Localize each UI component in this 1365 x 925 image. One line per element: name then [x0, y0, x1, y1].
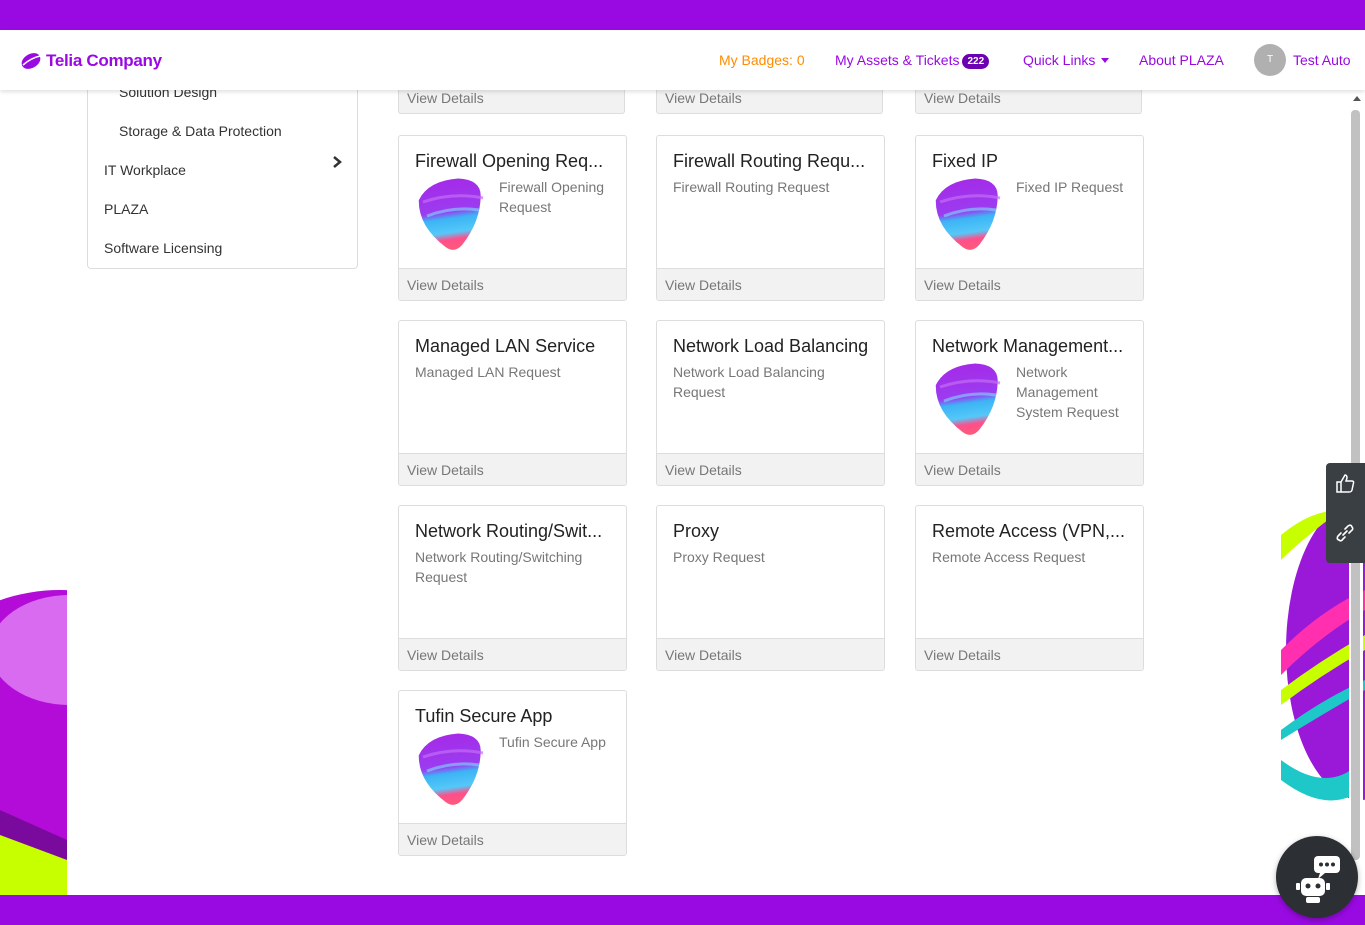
- service-card[interactable]: Proxy Proxy Request View Details: [656, 505, 885, 671]
- telia-pebble-icon: [414, 176, 487, 252]
- top-purple-bar: [0, 0, 1365, 30]
- telia-pebble-icon: [414, 731, 487, 807]
- category-sidebar: Solution Design Storage & Data Protectio…: [87, 90, 358, 269]
- sidebar-item-it-workplace[interactable]: IT Workplace: [104, 162, 186, 178]
- card-description: Firewall Opening Request: [499, 179, 605, 215]
- my-assets-tickets-label: My Assets & Tickets: [835, 52, 960, 68]
- service-card[interactable]: Fixed IP Fixed IP Request View Details: [915, 135, 1144, 301]
- avatar[interactable]: T: [1254, 44, 1286, 76]
- chatbot-button[interactable]: [1276, 836, 1358, 918]
- view-details-button[interactable]: View Details: [916, 638, 1143, 670]
- view-details-button[interactable]: View Details: [916, 453, 1143, 485]
- sidebar-item-plaza[interactable]: PLAZA: [104, 201, 148, 217]
- card-description: Network Routing/Switching Request: [415, 549, 583, 585]
- view-details-button[interactable]: View Details: [916, 268, 1143, 300]
- side-tools-panel: [1326, 463, 1365, 563]
- view-details-button[interactable]: View Details: [656, 90, 883, 114]
- sidebar-item-solution-design[interactable]: Solution Design: [119, 90, 217, 100]
- service-card[interactable]: Managed LAN Service Managed LAN Request …: [398, 320, 627, 486]
- card-description: Firewall Routing Request: [673, 179, 830, 195]
- card-description: Network Management System Request: [1016, 364, 1119, 420]
- view-details-button[interactable]: View Details: [399, 268, 626, 300]
- quick-links-dropdown[interactable]: Quick Links: [1023, 52, 1110, 68]
- left-decoration: [0, 90, 67, 895]
- about-plaza-link[interactable]: About PLAZA: [1139, 52, 1224, 68]
- scroll-up-icon[interactable]: [1353, 96, 1361, 101]
- card-title[interactable]: Remote Access (VPN,...: [932, 521, 1132, 542]
- service-card[interactable]: Remote Access (VPN,... Remote Access Req…: [915, 505, 1144, 671]
- service-card[interactable]: Network Management... Network Management…: [915, 320, 1144, 486]
- service-card[interactable]: Firewall Opening Req... Firewall Opening…: [398, 135, 627, 301]
- service-card[interactable]: Network Routing/Swit... Network Routing/…: [398, 505, 627, 671]
- view-details-button[interactable]: View Details: [657, 268, 884, 300]
- service-card[interactable]: Firewall Routing Requ... Firewall Routin…: [656, 135, 885, 301]
- link-icon[interactable]: [1334, 522, 1356, 544]
- card-description: Managed LAN Request: [415, 364, 561, 380]
- card-title[interactable]: Network Routing/Swit...: [415, 521, 615, 542]
- brand-name: Telia Company: [46, 51, 162, 70]
- my-badges-link[interactable]: My Badges: 0: [719, 52, 805, 68]
- user-menu[interactable]: Test Auto: [1293, 52, 1351, 68]
- view-details-button[interactable]: View Details: [399, 823, 626, 855]
- sidebar-item-storage-data-protection[interactable]: Storage & Data Protection: [119, 123, 282, 139]
- view-details-button[interactable]: View Details: [915, 90, 1142, 114]
- card-title[interactable]: Network Management...: [932, 336, 1132, 357]
- quick-links-label: Quick Links: [1023, 52, 1096, 68]
- service-card[interactable]: Network Load Balancing Network Load Bala…: [656, 320, 885, 486]
- service-card[interactable]: Tufin Secure App Tufin Secure App View D…: [398, 690, 627, 856]
- chatbot-icon: [1296, 856, 1340, 903]
- card-description: Tufin Secure App: [499, 734, 606, 750]
- card-title[interactable]: Fixed IP: [932, 151, 1132, 172]
- my-assets-tickets-link[interactable]: My Assets & Tickets 222: [835, 52, 990, 69]
- sidebar-item-software-licensing[interactable]: Software Licensing: [104, 240, 222, 256]
- card-description: Remote Access Request: [932, 549, 1086, 565]
- card-title[interactable]: Network Load Balancing: [673, 336, 873, 357]
- card-description: Proxy Request: [673, 549, 765, 565]
- view-details-button[interactable]: View Details: [399, 638, 626, 670]
- card-title[interactable]: Firewall Routing Requ...: [673, 151, 873, 172]
- card-title[interactable]: Managed LAN Service: [415, 336, 615, 357]
- view-details-button[interactable]: View Details: [657, 638, 884, 670]
- chevron-right-icon[interactable]: [330, 155, 344, 169]
- tickets-count-badge: 222: [962, 54, 990, 69]
- card-title[interactable]: Tufin Secure App: [415, 706, 615, 727]
- telia-pebble-icon: [931, 176, 1004, 252]
- card-description: Network Load Balancing Request: [673, 364, 825, 400]
- card-title[interactable]: Firewall Opening Req...: [415, 151, 615, 172]
- telia-logo[interactable]: Telia Company: [20, 48, 162, 74]
- view-details-button[interactable]: View Details: [399, 453, 626, 485]
- caret-down-icon: [1101, 58, 1110, 63]
- card-title[interactable]: Proxy: [673, 521, 873, 542]
- telia-pebble-icon: [931, 361, 1004, 437]
- telia-pebble-logo-icon: [21, 53, 41, 69]
- view-details-button[interactable]: View Details: [398, 90, 625, 114]
- bottom-purple-bar: [0, 895, 1365, 925]
- main-content: Solution Design Storage & Data Protectio…: [67, 90, 1281, 895]
- view-details-button[interactable]: View Details: [657, 453, 884, 485]
- card-description: Fixed IP Request: [1016, 179, 1124, 195]
- thumbs-up-icon[interactable]: [1334, 472, 1356, 494]
- navbar: Telia Company My Badges: 0 My Assets & T…: [0, 30, 1365, 90]
